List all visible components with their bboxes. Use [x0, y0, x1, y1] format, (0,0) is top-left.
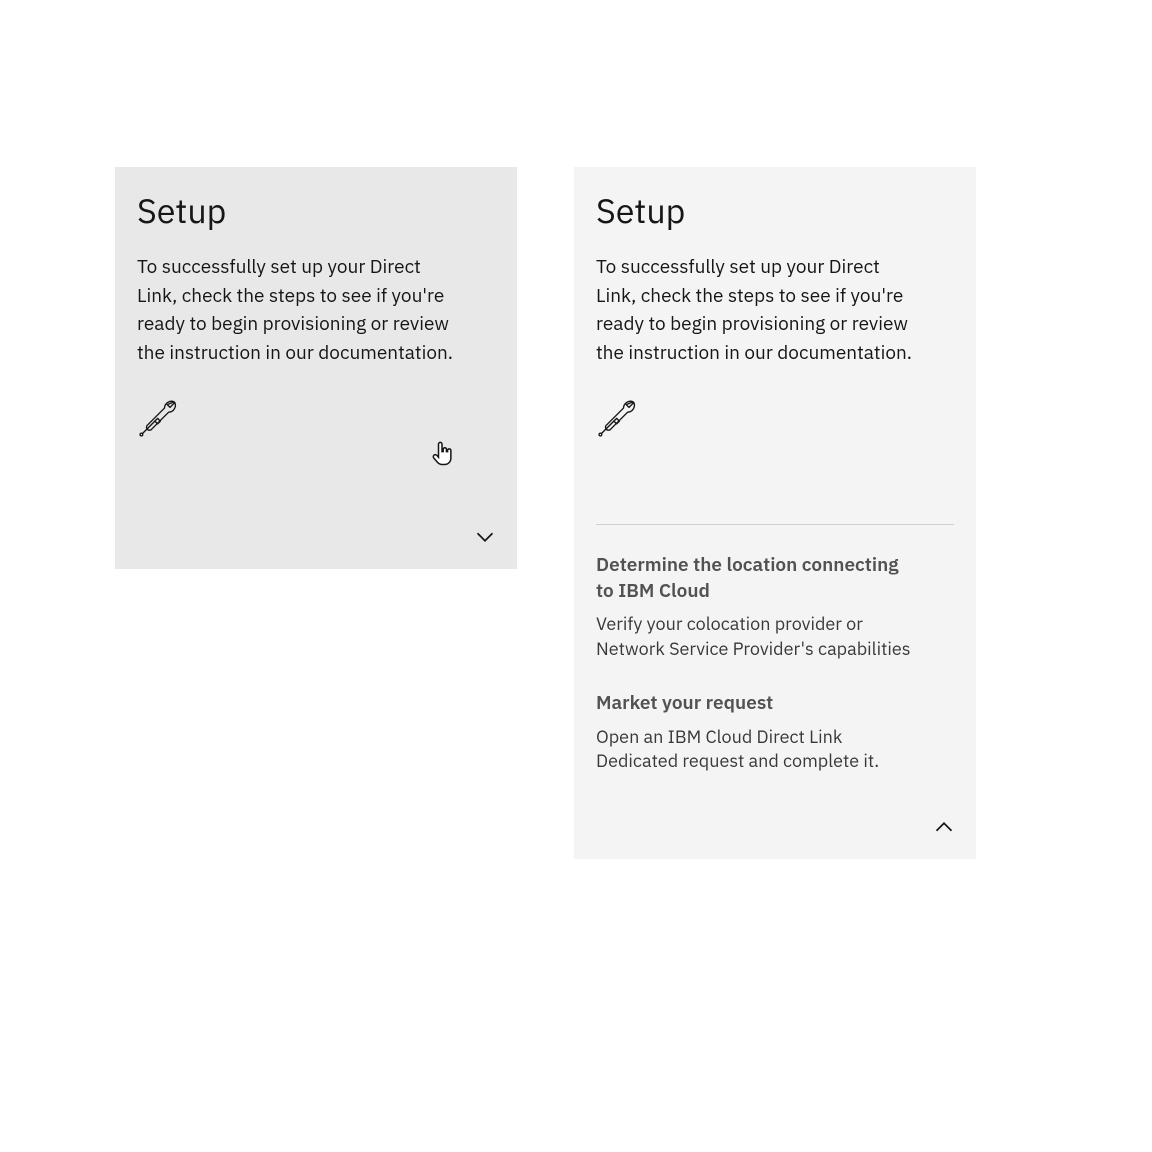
- setup-step: Market your request Open an IBM Cloud Di…: [596, 691, 916, 773]
- step-title: Market your request: [596, 691, 916, 717]
- card-description: To successfully set up your Direct Link,…: [596, 253, 916, 367]
- card-description: To successfully set up your Direct Link,…: [137, 253, 457, 367]
- step-body: Verify your colocation provider or Netwo…: [596, 612, 916, 661]
- tools-icon: [137, 395, 495, 444]
- card-title: Setup: [137, 189, 495, 233]
- expand-toggle[interactable]: [475, 527, 495, 547]
- setup-card-expanded[interactable]: Setup To successfully set up your Direct…: [574, 167, 976, 859]
- card-title: Setup: [596, 189, 954, 233]
- setup-card-collapsed[interactable]: Setup To successfully set up your Direct…: [115, 167, 517, 569]
- divider: [596, 524, 954, 525]
- step-body: Open an IBM Cloud Direct Link Dedicated …: [596, 725, 916, 774]
- tools-icon: [596, 395, 954, 444]
- collapse-toggle[interactable]: [934, 817, 954, 837]
- step-title: Determine the location connecting to IBM…: [596, 553, 916, 604]
- setup-step: Determine the location connecting to IBM…: [596, 553, 916, 661]
